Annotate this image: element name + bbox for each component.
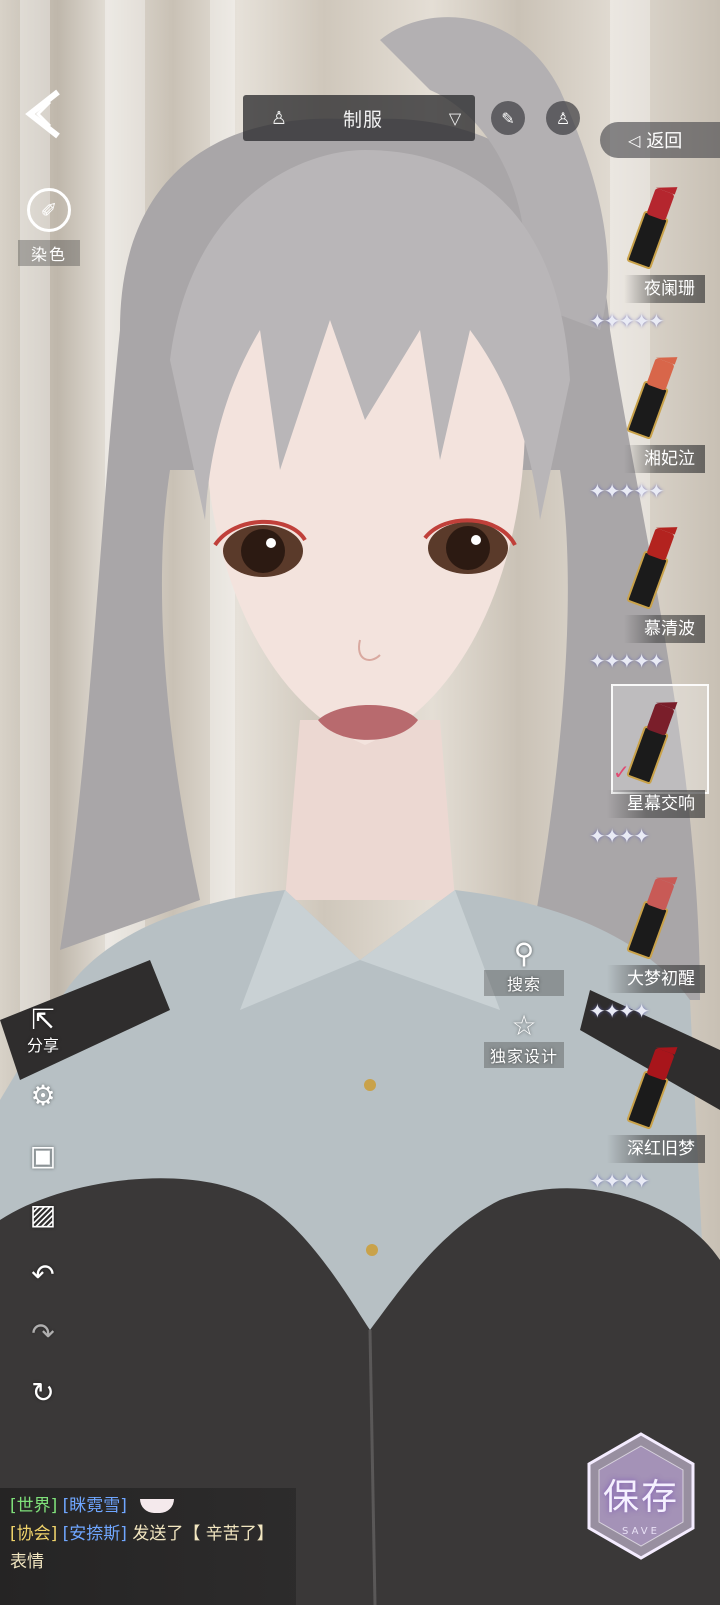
outfit-selector-label: 制服 [342,108,383,131]
gear-icon: ⚙ [30,1079,56,1112]
share-button[interactable]: ⇱ 分享 [20,1005,66,1055]
camera-icon: ▣ [29,1139,57,1172]
lipstick-name: 大梦初醒 [607,965,705,993]
reset-icon: ↻ [31,1376,55,1409]
return-button[interactable]: ◁ 返回 [600,122,720,158]
save-button[interactable]: 保存 SAVE [585,1432,697,1560]
lipstick-name: 深红旧梦 [607,1135,705,1163]
lipstick-item[interactable]: 深红旧梦 ✦✦✦✦ [585,1035,715,1205]
star-rating: ✦✦✦✦✦ [589,309,665,333]
reset-button[interactable]: ↻ [20,1378,66,1408]
lipstick-name: 慕清波 [624,615,705,643]
chat-line: [世界] [眯霓雪] [10,1492,286,1520]
lipstick-item[interactable]: 慕清波 ✦✦✦✦✦ [585,515,715,685]
save-sublabel: SAVE [622,1526,660,1537]
star-outline-icon: ☆ [511,1009,537,1042]
save-label: 保存 [602,1477,679,1518]
lipstick-icon [626,527,678,610]
undo-icon: ↶ [31,1258,55,1291]
outfit-button[interactable]: ♙ [546,101,580,135]
exclusive-design-button[interactable]: ☆ 独家设计 [484,1010,564,1068]
share-label: 分享 [26,1036,59,1055]
dye-label: 染色 [18,240,80,266]
search-button[interactable]: ⚲ 搜索 [484,938,564,996]
check-icon: ✓ [613,760,630,784]
lipstick-name: 夜阑珊 [624,275,705,303]
dress-icon: ♙ [270,107,288,129]
redo-icon: ↷ [31,1317,55,1350]
star-rating: ✦✦✦✦ [589,824,650,848]
star-rating: ✦✦✦✦✦ [589,479,665,503]
return-label: 返回 [646,131,683,152]
back-arrow-icon [25,89,60,139]
lipstick-icon [626,1047,678,1130]
brush-button[interactable]: ✎ [491,101,525,135]
exclusive-design-label: 独家设计 [484,1042,564,1068]
star-rating: ✦✦✦✦ [589,1169,650,1193]
undo-button[interactable]: ↶ [20,1260,66,1290]
lipstick-name: 湘妃泣 [624,445,705,473]
chat-user: [安捺斯] [62,1524,127,1544]
chat-user: [眯霓雪] [62,1496,127,1516]
image-icon: ▨ [29,1198,57,1231]
chat-channel-guild: [协会] [10,1524,58,1544]
gallery-button[interactable]: ▨ [20,1200,66,1230]
back-button[interactable] [22,88,70,140]
chat-channel-world: [世界] [10,1496,58,1516]
chat-panel[interactable]: [世界] [眯霓雪] [协会] [安捺斯] 发送了【 辛苦了】表情 [0,1488,296,1605]
lipstick-name: 星幕交响 [607,790,705,818]
redo-button[interactable]: ↷ [20,1319,66,1349]
dye-button[interactable]: ✐ 染色 [18,188,80,266]
dress-icon: ♙ [555,108,571,128]
lipstick-item[interactable]: 夜阑珊 ✦✦✦✦✦ [585,175,715,345]
outfit-selector[interactable]: ♙ 制服 ▽ [243,95,475,141]
star-rating: ✦✦✦✦✦ [589,649,665,673]
lipstick-item[interactable]: ✓ 星幕交响 ✦✦✦✦ [585,684,715,860]
lipstick-icon [626,187,678,270]
settings-button[interactable]: ⚙ [20,1081,66,1111]
lipstick-item[interactable]: 大梦初醒 ✦✦✦✦ [585,865,715,1035]
chevron-left-icon: ◁ [628,130,641,150]
lipstick-icon [626,357,678,440]
star-rating: ✦✦✦✦ [589,999,650,1023]
lipstick-icon [626,877,678,960]
share-icon: ⇱ [31,1003,55,1036]
chat-line: [协会] [安捺斯] 发送了【 辛苦了】表情 [10,1520,286,1576]
camera-button[interactable]: ▣ [20,1141,66,1171]
lipstick-item[interactable]: 湘妃泣 ✦✦✦✦✦ [585,345,715,515]
search-label: 搜索 [484,970,564,996]
chevron-down-icon: ▽ [448,108,462,128]
brush-icon: ✎ [501,108,515,128]
dye-brush-icon: ✐ [27,188,71,232]
search-icon: ⚲ [513,937,535,970]
emoji-icon [140,1499,175,1513]
